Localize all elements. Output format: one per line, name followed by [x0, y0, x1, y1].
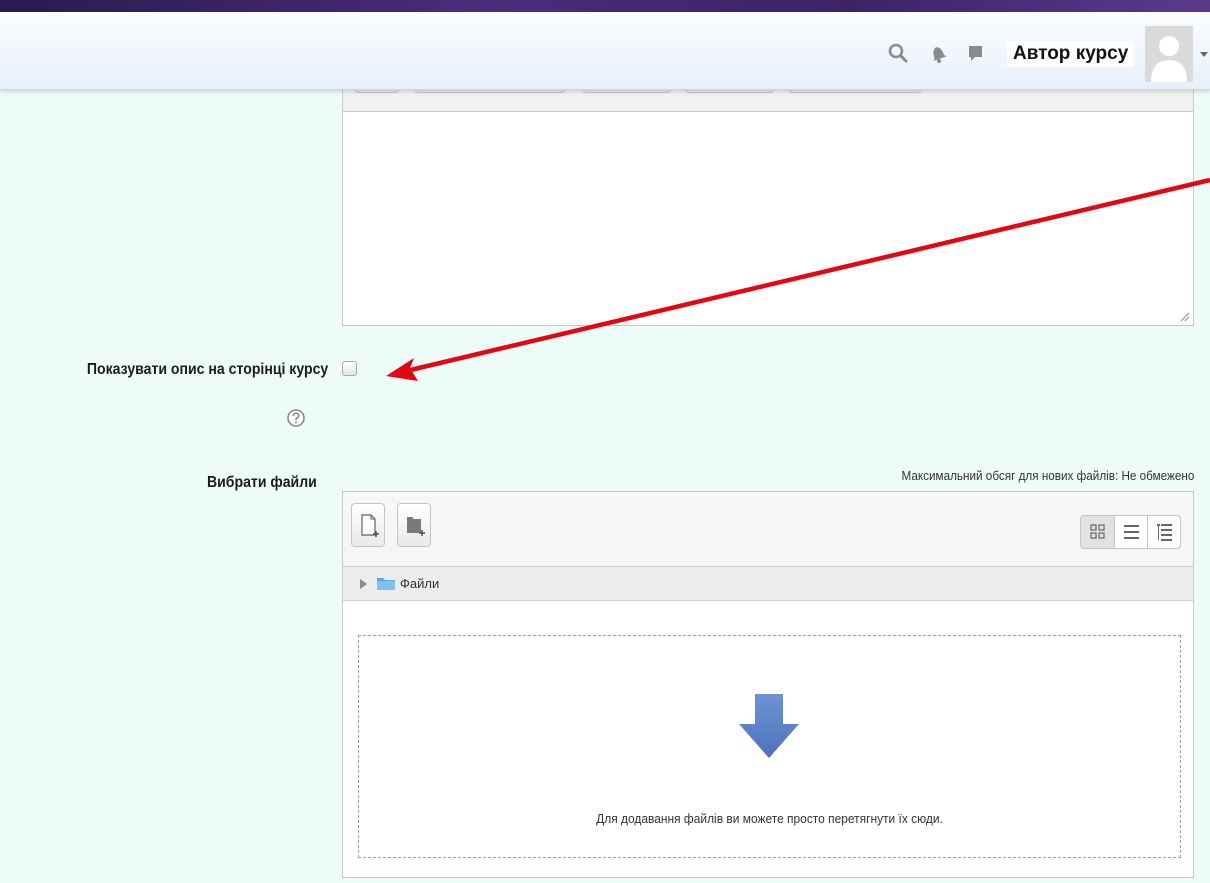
- down-arrow-icon: [737, 692, 801, 760]
- help-icon[interactable]: [286, 408, 306, 428]
- add-file-icon: [361, 514, 379, 537]
- chevron-down-icon[interactable]: [1200, 52, 1208, 57]
- top-strip: [0, 0, 1210, 12]
- file-manager-toolbar: [343, 492, 1193, 567]
- description-editor[interactable]: [342, 111, 1194, 326]
- file-manager: Файли Для додавання файлів ви можете про…: [342, 491, 1194, 878]
- file-path-bar: Файли: [343, 567, 1193, 601]
- bell-icon[interactable]: [927, 42, 949, 64]
- file-drop-zone[interactable]: Для додавання файлів ви можете просто пе…: [358, 635, 1181, 858]
- select-files-label: Вибрати файли: [207, 474, 317, 491]
- tree-view-button[interactable]: [1148, 516, 1180, 548]
- list-view-icon: [1123, 525, 1139, 539]
- view-switcher: [1080, 515, 1181, 549]
- list-view-button[interactable]: [1115, 516, 1149, 548]
- search-icon[interactable]: [887, 42, 909, 64]
- max-size-text: Максимальний обсяг для нових файлів: Не …: [901, 468, 1194, 483]
- show-description-checkbox[interactable]: [342, 361, 357, 376]
- user-avatar[interactable]: [1145, 26, 1193, 82]
- message-icon[interactable]: [964, 42, 986, 64]
- user-name[interactable]: Автор курсу: [1007, 41, 1135, 67]
- expand-arrow-icon[interactable]: [360, 579, 367, 589]
- folder-icon[interactable]: [376, 575, 396, 591]
- add-file-button[interactable]: [351, 503, 385, 547]
- create-folder-button[interactable]: [397, 503, 431, 547]
- create-folder-icon: [407, 517, 425, 536]
- path-label[interactable]: Файли: [400, 576, 439, 591]
- drop-hint-text: Для додавання файлів ви можете просто пе…: [596, 811, 943, 826]
- tree-view-icon: [1157, 524, 1173, 541]
- show-description-label: Показувати опис на сторінці курсу: [86, 361, 328, 378]
- resize-grip-icon[interactable]: [1180, 312, 1190, 322]
- grid-view-icon: [1090, 524, 1105, 539]
- grid-view-button[interactable]: [1081, 516, 1115, 548]
- navbar: Автор курсу: [0, 12, 1210, 90]
